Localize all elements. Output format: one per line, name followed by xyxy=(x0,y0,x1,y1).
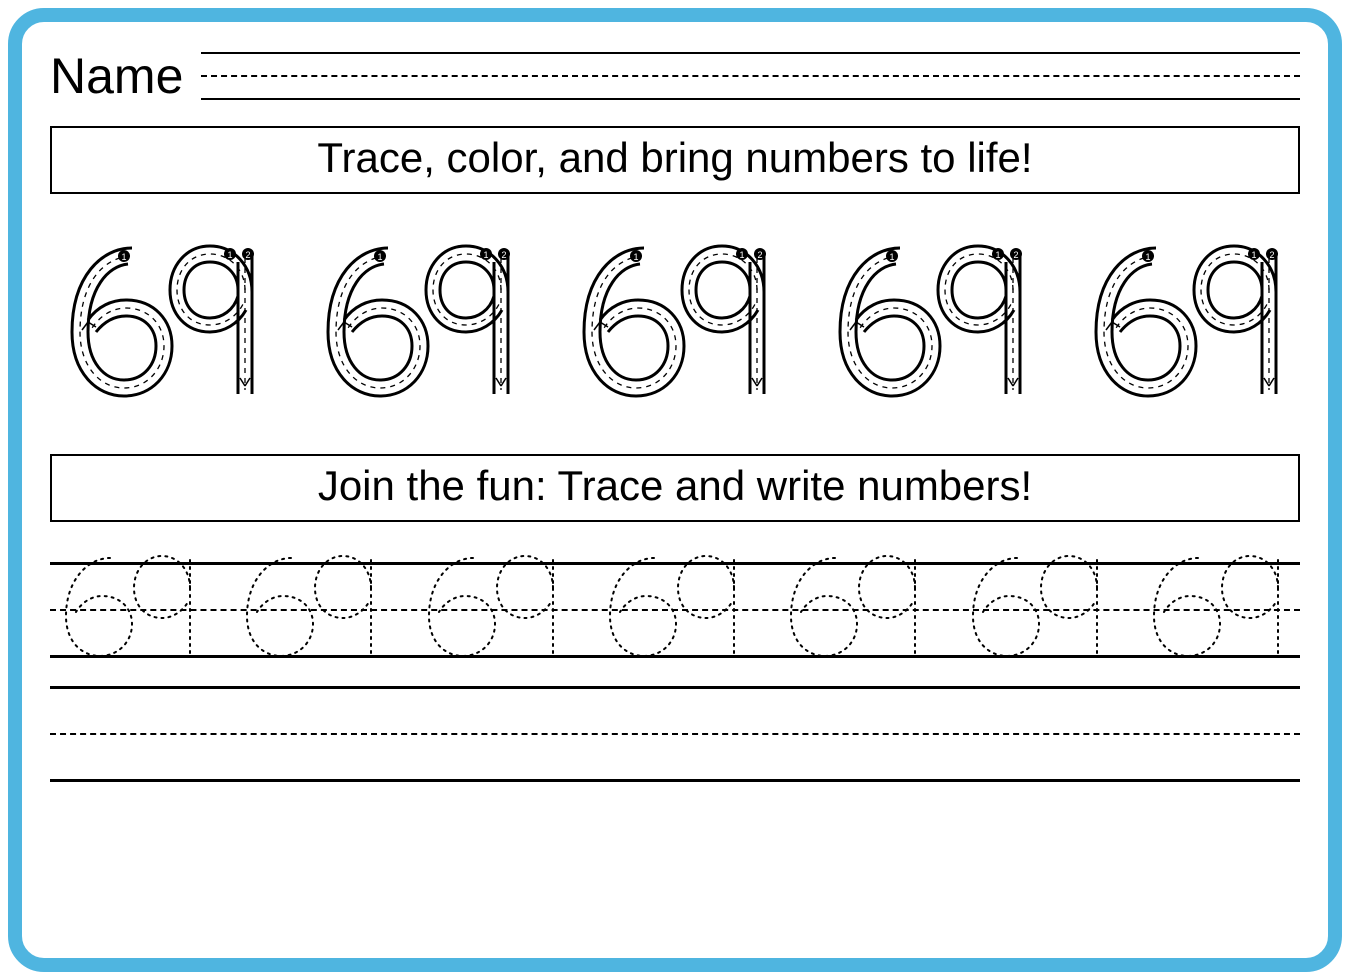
svg-text:1: 1 xyxy=(377,252,382,262)
svg-text:1: 1 xyxy=(889,252,894,262)
svg-text:2: 2 xyxy=(501,250,506,260)
svg-text:1: 1 xyxy=(121,252,126,262)
writing-practice-area xyxy=(50,562,1300,782)
svg-text:2: 2 xyxy=(1013,250,1018,260)
trace-number-big[interactable]: 1 1 2 xyxy=(310,234,528,404)
trace-number-dotted[interactable] xyxy=(56,550,206,660)
svg-text:1: 1 xyxy=(483,250,488,260)
trace-number-dotted[interactable] xyxy=(781,550,931,660)
trace-number-big[interactable]: 1 1 2 xyxy=(54,234,272,404)
worksheet-frame: Name Trace, color, and bring numbers to … xyxy=(8,8,1342,972)
svg-text:1: 1 xyxy=(1251,250,1256,260)
trace-number-dotted[interactable] xyxy=(419,550,569,660)
trace-number-dotted[interactable] xyxy=(963,550,1113,660)
svg-text:1: 1 xyxy=(227,250,232,260)
name-writing-line[interactable] xyxy=(201,48,1300,104)
big-trace-row: 1 1 2 1 1 2 xyxy=(50,234,1300,404)
writing-line-2[interactable] xyxy=(50,686,1300,782)
svg-text:2: 2 xyxy=(757,250,762,260)
trace-number-big[interactable]: 1 1 2 xyxy=(566,234,784,404)
svg-text:2: 2 xyxy=(245,250,250,260)
instruction-box-1: Trace, color, and bring numbers to life! xyxy=(50,126,1300,194)
instruction-box-2: Join the fun: Trace and write numbers! xyxy=(50,454,1300,522)
svg-text:1: 1 xyxy=(633,252,638,262)
svg-text:1: 1 xyxy=(995,250,1000,260)
svg-text:1: 1 xyxy=(739,250,744,260)
writing-line-1[interactable] xyxy=(50,562,1300,658)
name-label: Name xyxy=(50,47,183,105)
trace-number-dotted[interactable] xyxy=(600,550,750,660)
trace-number-big[interactable]: 1 1 2 xyxy=(822,234,1040,404)
dotted-trace-row xyxy=(50,550,1300,660)
trace-number-dotted[interactable] xyxy=(237,550,387,660)
svg-text:2: 2 xyxy=(1269,250,1274,260)
trace-number-dotted[interactable] xyxy=(1144,550,1294,660)
svg-text:1: 1 xyxy=(1145,252,1150,262)
trace-number-big[interactable]: 1 1 2 xyxy=(1078,234,1296,404)
name-row: Name xyxy=(50,40,1300,112)
